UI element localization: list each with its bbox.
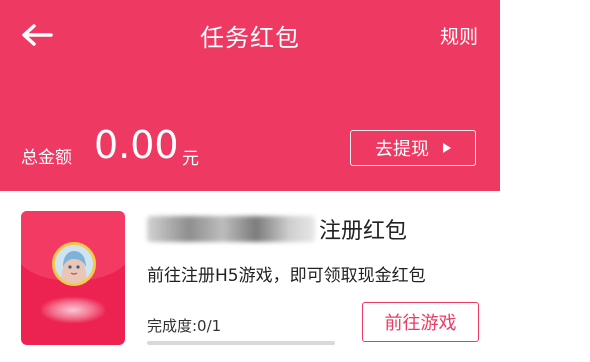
- task-card: 注册红包 前往注册H5游戏，即可领取现金红包 完成度:0/1 前往游戏: [0, 191, 590, 362]
- blurred-game-name: [147, 216, 315, 242]
- task-description: 前往注册H5游戏，即可领取现金红包: [147, 266, 426, 286]
- withdraw-button-label: 去提现: [375, 139, 429, 160]
- header-bar: 任务红包 规则 总金额 0.00 元 去提现: [0, 0, 500, 191]
- go-to-game-button[interactable]: 前往游戏: [362, 302, 479, 342]
- game-avatar-icon: [52, 242, 96, 286]
- total-amount-unit: 元: [182, 149, 199, 169]
- page-title: 任务红包: [200, 24, 300, 52]
- rules-link[interactable]: 规则: [440, 22, 478, 49]
- red-envelope-image: [21, 211, 125, 345]
- progress-bar: [147, 341, 335, 345]
- play-triangle-icon: [443, 143, 451, 153]
- task-title: 注册红包: [147, 213, 407, 245]
- total-amount-value: 0.00: [94, 123, 179, 167]
- total-amount-label: 总金额: [21, 148, 72, 168]
- task-title-suffix: 注册红包: [319, 219, 408, 244]
- withdraw-button[interactable]: 去提现: [350, 130, 476, 166]
- blurred-game-label: [41, 297, 105, 323]
- progress-label: 完成度:0/1: [147, 317, 222, 335]
